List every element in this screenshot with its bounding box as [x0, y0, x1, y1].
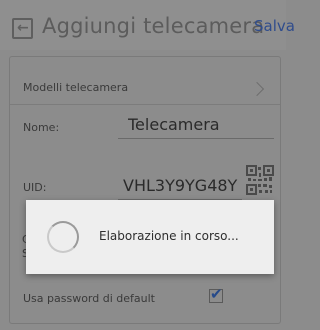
name-field[interactable]: Telecamera	[128, 115, 268, 134]
default-password-label: Usa password di default	[23, 292, 155, 305]
page-title: Aggiungi telecamera	[42, 14, 265, 38]
camera-form: Modelli telecamera Nome: Telecamera UID:…	[9, 56, 281, 324]
uid-field[interactable]: VHL3Y9YG48Y	[123, 176, 244, 195]
default-password-checkbox[interactable]: ✔	[209, 285, 223, 303]
qr-code-icon[interactable]	[246, 165, 274, 195]
camera-models-row[interactable]: Modelli telecamera	[10, 57, 280, 119]
save-button[interactable]: Salva	[254, 17, 295, 35]
chevron-right-icon	[249, 81, 265, 97]
checkmark-icon: ✔	[210, 285, 223, 303]
name-label: Nome:	[23, 121, 60, 134]
back-button[interactable]: ←	[12, 18, 33, 39]
back-arrow-icon: ←	[17, 20, 29, 36]
loading-spinner-icon	[47, 221, 79, 253]
divider	[10, 104, 280, 105]
app-header: ← Aggiungi telecamera Salva	[0, 0, 295, 50]
progress-message: Elaborazione in corso...	[99, 229, 239, 243]
camera-models-label: Modelli telecamera	[23, 81, 129, 94]
progress-dialog: Elaborazione in corso...	[26, 200, 274, 274]
uid-label: UID:	[23, 181, 47, 194]
name-field-underline	[118, 138, 274, 139]
